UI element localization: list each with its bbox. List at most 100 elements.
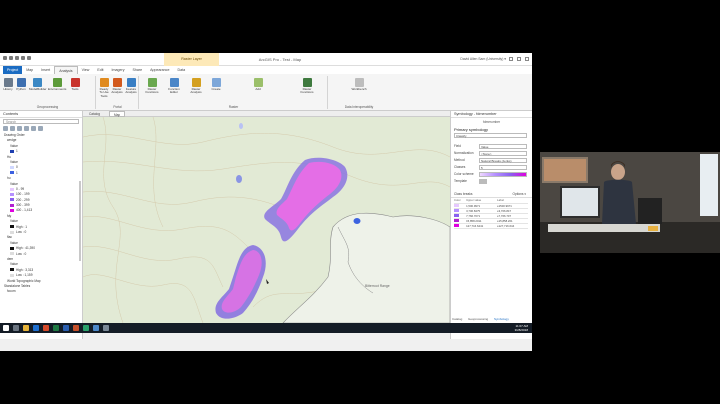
excel-icon[interactable] <box>53 325 59 331</box>
user-account[interactable]: David Allen Sam (University) ▾ <box>460 53 506 66</box>
symbology-type-dropdown[interactable]: Classify <box>454 132 527 138</box>
create-button[interactable]: Create <box>210 78 222 91</box>
raster-functions-2-button[interactable]: Raster Functions <box>298 78 316 95</box>
chrome-icon[interactable] <box>43 325 49 331</box>
close-icon[interactable] <box>525 57 529 61</box>
contents-item-label: 1 <box>16 170 18 175</box>
list-by-selection-icon[interactable] <box>17 126 22 131</box>
tab-appearance[interactable]: Appearance <box>146 66 173 74</box>
raster-functions-2-icon <box>302 78 312 87</box>
tab-edit[interactable]: Edit <box>93 66 107 74</box>
class-upper-value[interactable]: 127,716.6441 <box>466 223 498 229</box>
feature-analysis-icon <box>126 78 136 87</box>
list-by-source-icon[interactable] <box>10 126 15 131</box>
add-button[interactable]: Add <box>252 78 264 91</box>
app-icon[interactable] <box>103 325 109 331</box>
workbench-button[interactable]: Workbench <box>351 78 367 91</box>
ribbon-tabs: Project Map Insert Analysis View Edit Im… <box>0 66 532 74</box>
app-icon[interactable] <box>83 325 89 331</box>
raster-patch-small <box>353 218 361 224</box>
method-dropdown[interactable]: Natural Breaks (Jenks) <box>479 157 527 163</box>
list-by-editing-icon[interactable] <box>24 126 29 131</box>
tab-symbology-pane[interactable]: Symbology <box>494 317 509 321</box>
raster-patch-small <box>239 123 243 129</box>
options-button[interactable]: Options ▾ <box>513 192 526 196</box>
create-icon <box>211 78 221 87</box>
new-icon[interactable] <box>3 56 7 60</box>
map-view[interactable]: Bitterroot Range <box>83 117 450 323</box>
edge-browser-icon[interactable] <box>33 325 39 331</box>
field-dropdown[interactable]: Value <box>479 143 527 149</box>
normalization-dropdown[interactable]: <None> <box>479 150 527 156</box>
raster-analysis-button[interactable]: Raster Analysis <box>188 78 204 95</box>
save-icon[interactable] <box>15 56 19 60</box>
contents-item-label: 400 - 1,413 <box>16 208 33 213</box>
contents-item-label: Drawing Order <box>4 133 25 137</box>
tab-map[interactable]: Map <box>22 66 37 74</box>
legend-swatch <box>10 273 14 277</box>
tab-data[interactable]: Data <box>173 66 189 74</box>
arcgis-pro-icon[interactable] <box>93 325 99 331</box>
desk <box>548 224 660 232</box>
symbology-layer-name: fdmerumber <box>482 120 501 124</box>
windows-start-icon[interactable] <box>3 325 9 331</box>
tab-geoprocessing-pane[interactable]: Geoprocessing <box>468 317 488 321</box>
tools-button[interactable]: Tools <box>69 78 81 91</box>
classes-stepper[interactable]: 5 <box>479 164 527 170</box>
list-by-labeling-icon[interactable] <box>38 126 43 131</box>
open-icon[interactable] <box>9 56 13 60</box>
class-color-swatch[interactable] <box>454 223 467 229</box>
ready-to-use-button[interactable]: Ready To Use Tools <box>98 78 110 98</box>
symbology-title: Symbology - fdmerumber <box>451 111 532 118</box>
contents-item-label: World Topographic Map <box>7 278 41 283</box>
search-icon[interactable] <box>13 325 19 331</box>
tab-project[interactable]: Project <box>3 66 23 74</box>
class-breaks-tab[interactable]: Class breaks <box>454 192 472 196</box>
environments-button[interactable]: Environments <box>48 78 66 91</box>
contents-item[interactable]: fccom <box>0 289 82 294</box>
tab-catalog-pane[interactable]: Catalog <box>452 317 462 321</box>
python-button[interactable]: Python <box>15 78 27 91</box>
tab-view[interactable]: View <box>78 66 94 74</box>
raster-patch-small <box>236 175 242 183</box>
template-swatch[interactable] <box>479 178 487 184</box>
context-tab-header: Raster Layer <box>164 53 219 66</box>
modelbuilder-button[interactable]: ModelBuilder <box>29 78 47 91</box>
function-editor-button[interactable]: Function Editor <box>166 78 182 95</box>
tab-share[interactable]: Share <box>129 66 147 74</box>
contents-item-label: 0 <box>16 165 18 170</box>
video-frame: Raster Layer ArcGIS Pro - Test - Map Dav… <box>0 0 720 404</box>
feature-analysis-button[interactable]: Feature Analysis <box>125 78 137 95</box>
contents-item-label: fdy <box>7 213 12 218</box>
file-explorer-icon[interactable] <box>23 325 29 331</box>
tab-insert[interactable]: Insert <box>37 66 54 74</box>
tab-analysis[interactable]: Analysis <box>54 66 78 74</box>
pane-tabs: Catalog Geoprocessing Symbology <box>450 317 532 322</box>
raster-analysis-portal-button[interactable]: Raster Analysis <box>111 78 123 95</box>
word-icon[interactable] <box>63 325 69 331</box>
legend-swatch <box>10 225 14 229</box>
undo-icon[interactable] <box>21 56 25 60</box>
contents-item-label: 200 - 299 <box>16 197 30 202</box>
contents-search-input[interactable]: Search <box>3 119 79 124</box>
redo-icon[interactable] <box>27 56 31 60</box>
contents-item-label: High : 3,313 <box>16 267 34 272</box>
maximize-icon[interactable] <box>517 57 521 61</box>
tab-imagery[interactable]: Imagery <box>108 66 129 74</box>
window-title: ArcGIS Pro - Test - Map <box>258 57 302 62</box>
legend-swatch <box>10 171 14 175</box>
class-label[interactable]: ≤127,716.644 <box>497 223 528 229</box>
history-button[interactable]: History <box>2 78 14 91</box>
powerpoint-icon[interactable] <box>73 325 79 331</box>
class-row[interactable]: 127,716.6441 ≤127,716.644 <box>454 223 528 229</box>
raster-functions-button[interactable]: Raster Functions <box>144 78 160 95</box>
desk-item <box>648 226 658 231</box>
contents-scrollbar[interactable] <box>79 181 81 261</box>
legend-swatch <box>10 246 14 250</box>
map-canvas: Bitterroot Range <box>83 117 450 323</box>
minimize-icon[interactable] <box>509 57 513 61</box>
list-by-snapping-icon[interactable] <box>31 126 36 131</box>
contents-item-label: 0 - 99 <box>16 186 25 191</box>
list-by-drawing-order-icon[interactable] <box>3 126 8 131</box>
color-scheme-dropdown[interactable] <box>479 171 527 177</box>
